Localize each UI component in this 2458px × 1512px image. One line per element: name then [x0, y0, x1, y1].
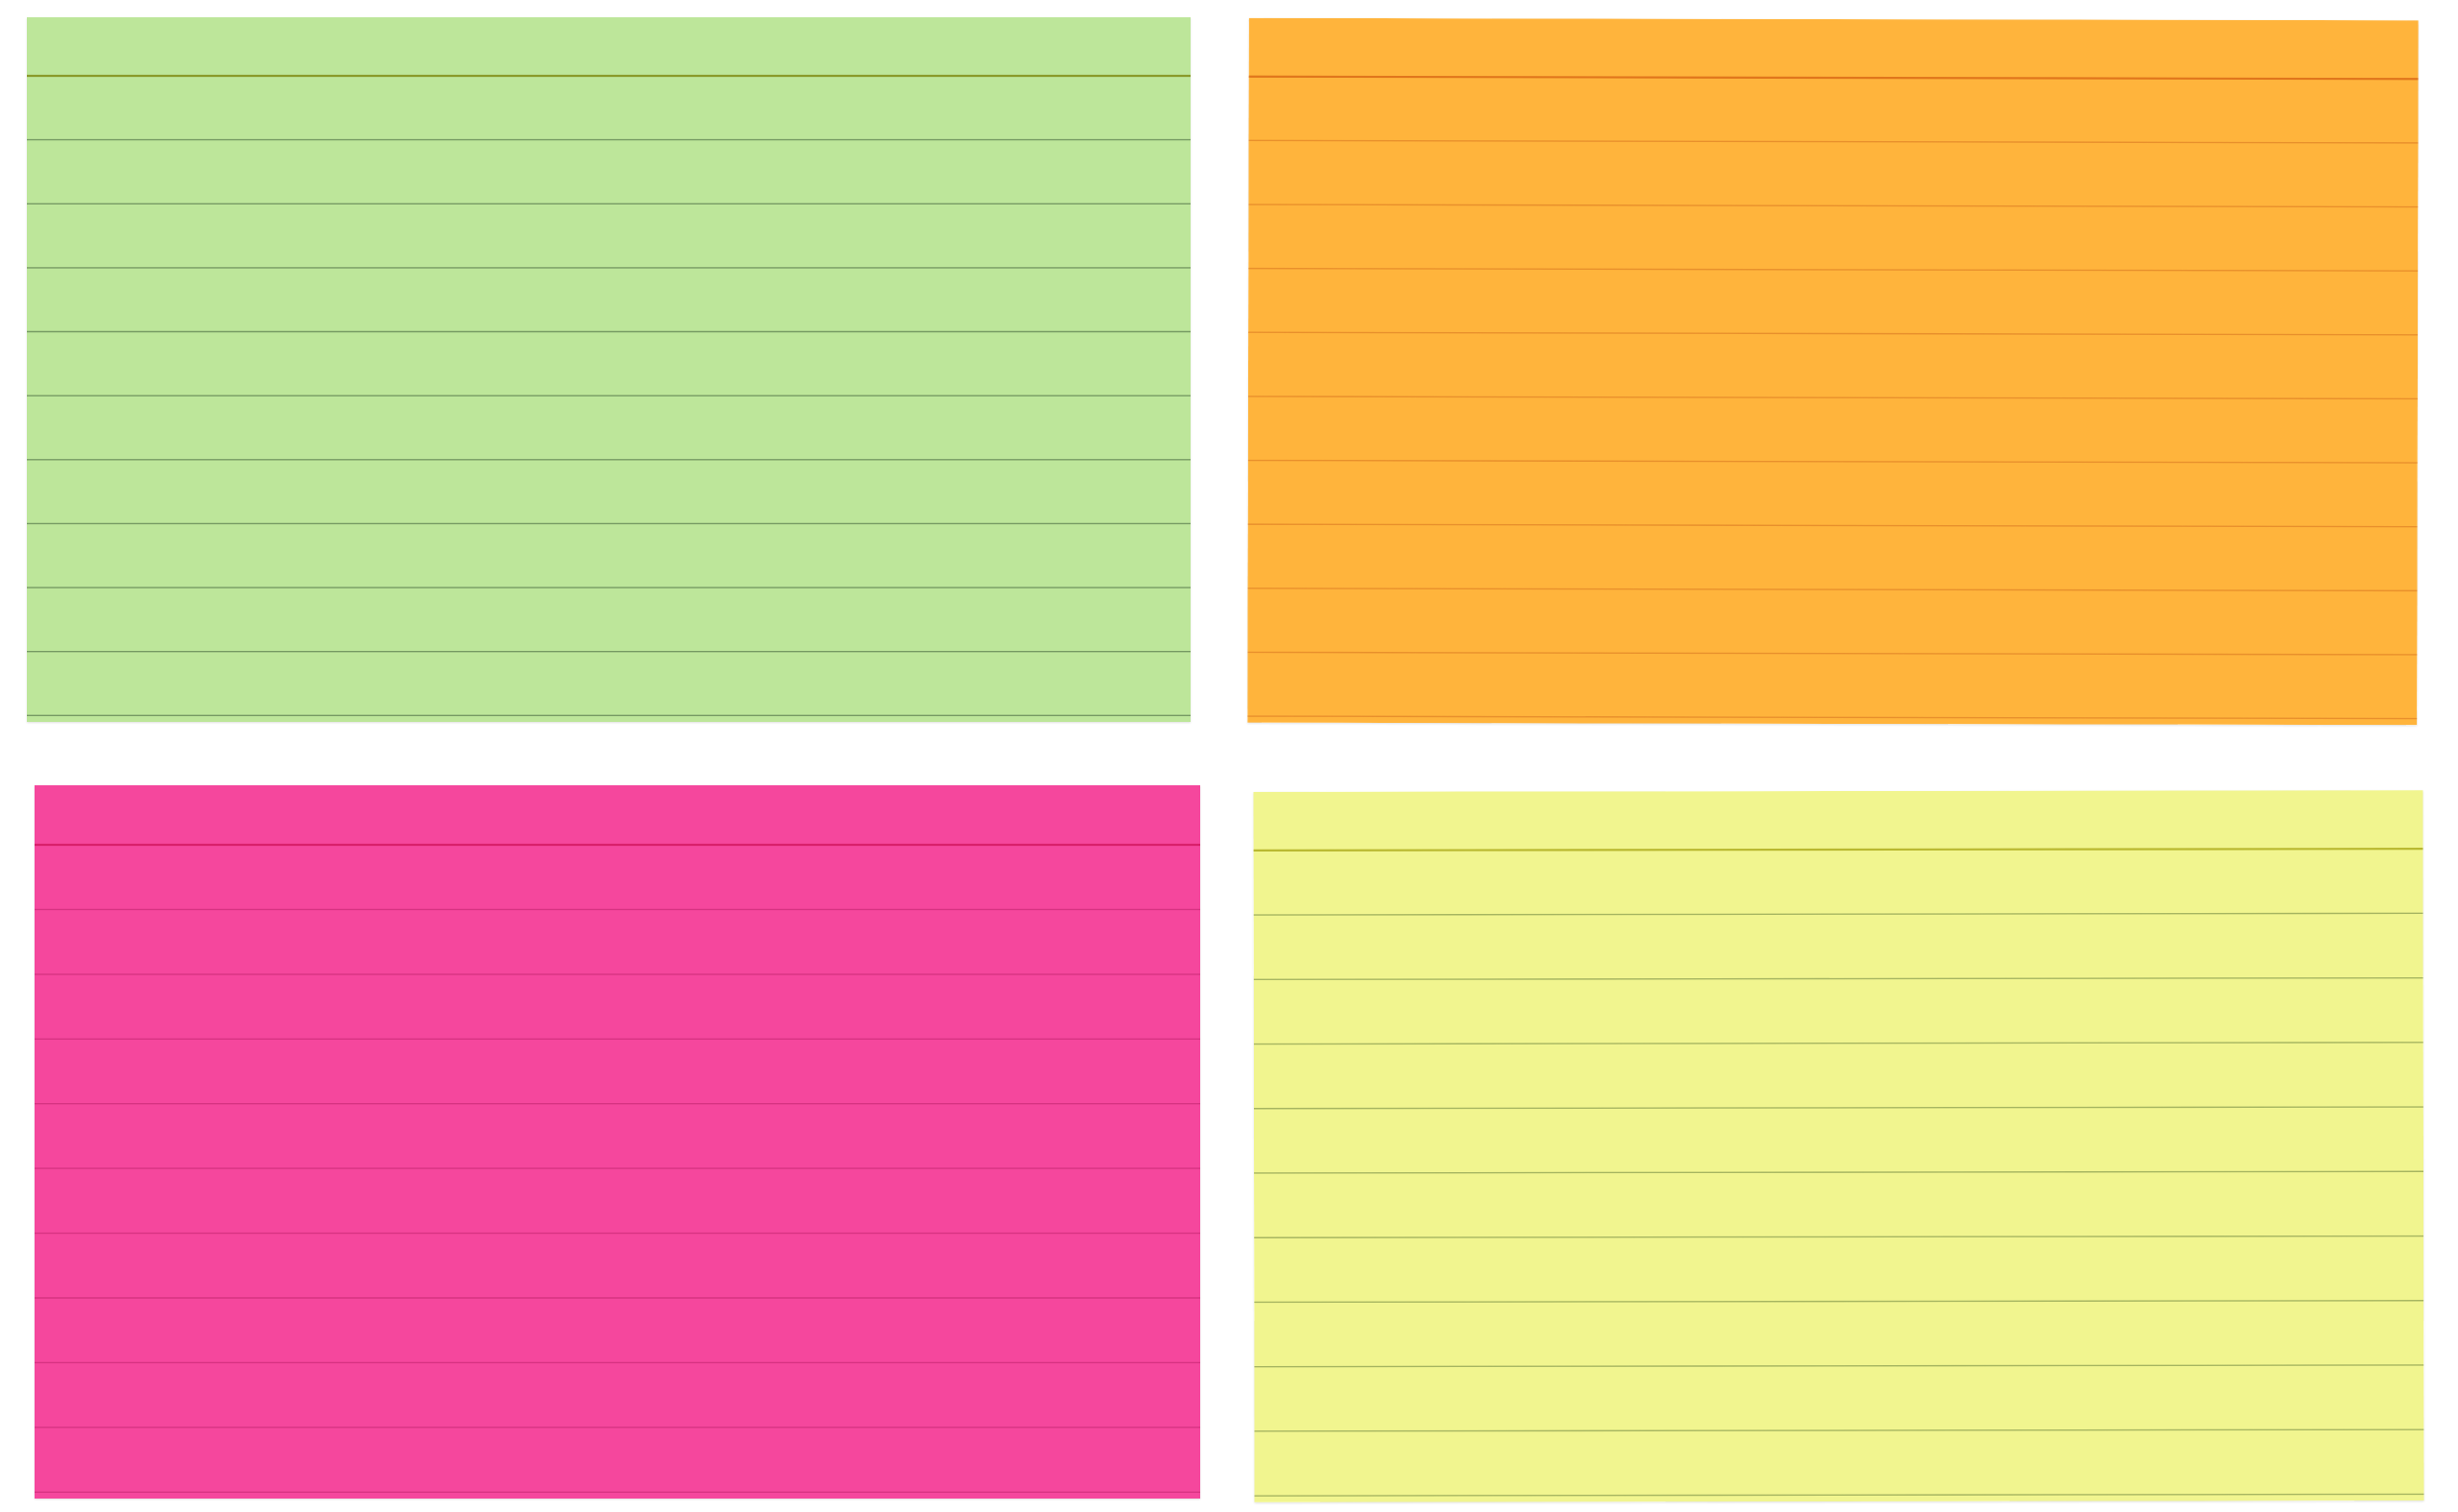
index-cards-photo	[0, 0, 2458, 1512]
card-paper	[1253, 790, 2424, 1502]
index-card-surface	[35, 785, 1200, 1499]
index-card-surface	[27, 17, 1191, 722]
index-card-orange	[1247, 17, 2419, 726]
index-card-surface	[1253, 790, 2424, 1502]
index-card-pink	[35, 785, 1200, 1499]
card-paper	[35, 785, 1200, 1499]
card-paper	[27, 17, 1191, 722]
index-card-surface	[1247, 17, 2419, 726]
index-card-green	[27, 17, 1191, 722]
card-paper	[1247, 17, 2419, 726]
index-card-yellow	[1253, 790, 2424, 1502]
